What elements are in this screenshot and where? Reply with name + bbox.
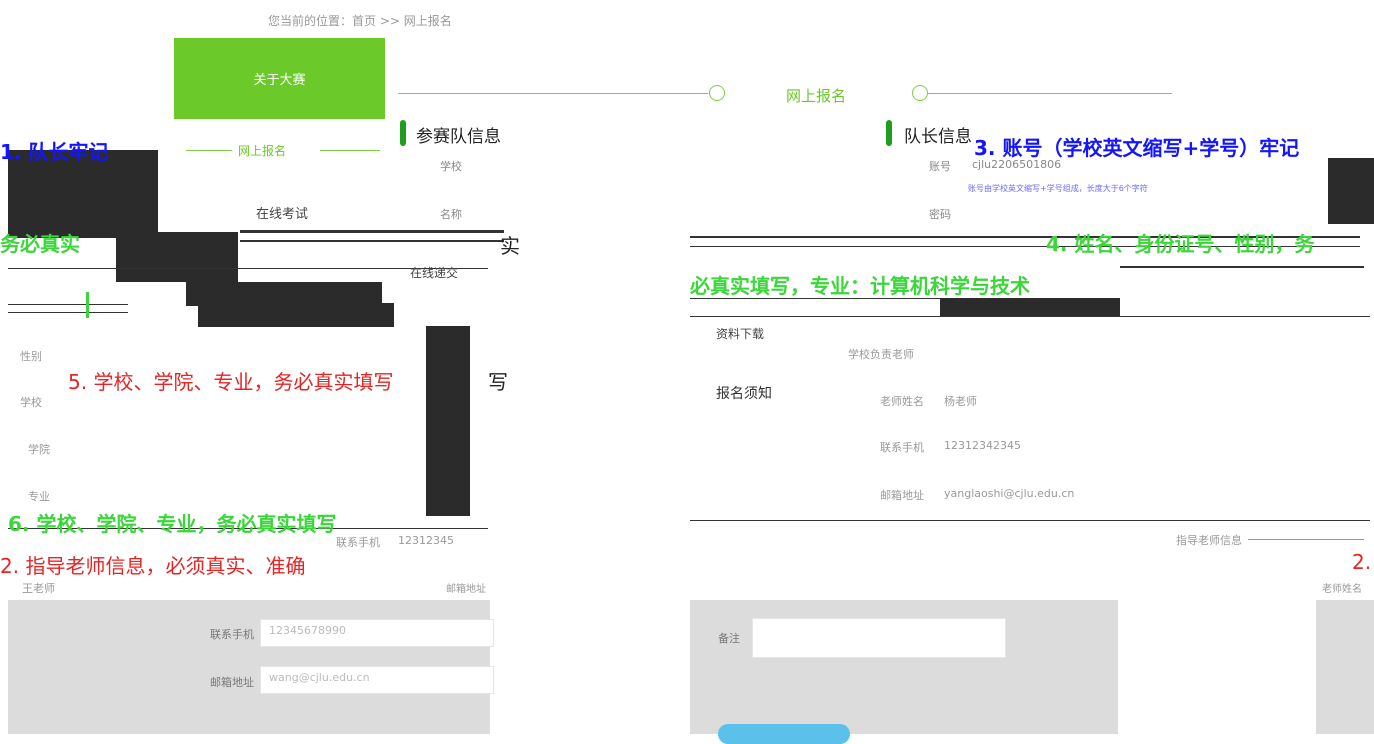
annotation-2-left: 务必真实 — [0, 232, 80, 256]
annotation-6-number: 2. — [1352, 550, 1372, 574]
school-teacher-phone-value: 12312342345 — [944, 439, 1021, 452]
school-teacher-title: 学校负责老师 — [848, 348, 914, 361]
submit-button[interactable] — [718, 724, 850, 744]
team-info-bar — [400, 120, 406, 146]
annotation-4-cont: 必真实填写，专业：计算机科学与技术 — [690, 274, 1030, 298]
sidebar-item-downloads[interactable]: 资料下载 — [716, 325, 764, 342]
step-line-left — [398, 93, 708, 94]
member-gender-label: 性别 — [20, 350, 42, 363]
annotation-5: 5. 学校、学院、专业，务必真实填写 — [68, 370, 394, 394]
leader-info-bar — [886, 120, 892, 146]
school-teacher-email-value: yanglaoshi@cjlu.edu.cn — [944, 487, 1075, 500]
breadcrumb: 您当前的位置：首页 >> 网上报名 — [268, 14, 452, 28]
member-phone-value: 12312345 — [398, 534, 454, 547]
advisor-phone-label: 联系手机 — [210, 628, 254, 641]
redaction-block-6 — [1328, 158, 1374, 224]
team-school-label: 学校 — [440, 160, 462, 173]
right-gray-panel — [1316, 600, 1374, 734]
sidebar-item-registration-notice[interactable]: 报名须知 — [716, 383, 772, 403]
sidebar-item-submit-online[interactable]: 在线递交 — [410, 264, 458, 281]
school-teacher-name-label: 老师姓名 — [880, 395, 924, 408]
school-teacher-phone-label: 联系手机 — [880, 441, 924, 454]
member-name-label: 王老师 — [22, 582, 55, 595]
green-mark — [86, 292, 89, 318]
step-circle-left — [709, 85, 725, 101]
about-contest-button[interactable]: 关于大赛 — [174, 38, 385, 119]
member-email-label: 邮箱地址 — [446, 584, 486, 595]
step-circle-right — [912, 85, 928, 101]
stroke-8 — [1120, 266, 1364, 268]
stroke-11 — [690, 520, 1370, 521]
remark-label: 备注 — [718, 632, 740, 645]
school-teacher-email-label: 邮箱地址 — [880, 489, 924, 502]
stroke-2 — [240, 240, 504, 242]
annotation-6: 2. 指导老师信息，必须真实、准确 — [0, 554, 306, 578]
leader-account-label: 账号 — [929, 160, 951, 173]
annotation-1: 1. 队长牢记 — [0, 140, 109, 164]
stroke-1 — [240, 230, 504, 233]
leader-account-hint: 账号由学校英文缩写+学号组成，长度大于6个字符 — [968, 184, 1148, 193]
redaction-block-7 — [940, 298, 1120, 316]
stroke-5 — [8, 312, 128, 313]
advisor-name-label-right: 老师姓名 — [1322, 584, 1362, 595]
step-line-right — [928, 93, 1172, 94]
mini-step-line-left — [186, 150, 232, 151]
advisor-email-input[interactable]: wang@cjlu.edu.cn — [260, 666, 494, 694]
redaction-block-4 — [198, 303, 394, 327]
sidebar-item-online-exam[interactable]: 在线考试 — [256, 203, 308, 222]
member-major-label: 专业 — [28, 490, 50, 503]
advisor-header: 指导老师信息 — [1176, 534, 1242, 547]
annotation-3: 3. 账号（学校英文缩写+学号）牢记 — [974, 136, 1300, 160]
school-teacher-name-value: 杨老师 — [944, 395, 977, 408]
member-school-label: 学校 — [20, 396, 42, 409]
redaction-block-5 — [426, 326, 470, 516]
advisor-header-line — [1248, 539, 1364, 540]
stroke-4 — [8, 304, 128, 305]
remark-textarea[interactable]: 队伍名称 — [752, 618, 1006, 658]
step-label-current: 网上报名 — [786, 87, 847, 105]
redaction-block-2 — [116, 232, 238, 282]
member-phone-label: 联系手机 — [336, 536, 380, 549]
stroke-10 — [690, 316, 1370, 317]
annotation-5-tail: 写 — [488, 370, 508, 394]
member-college-label: 学院 — [28, 443, 50, 456]
advisor-phone-input[interactable]: 12345678990 — [260, 619, 494, 647]
team-info-title: 参赛队信息 — [416, 127, 501, 147]
annotation-7: 6. 学校、学院、专业，务必真实填写 — [8, 512, 337, 536]
about-contest-label: 关于大赛 — [253, 73, 306, 88]
annotation-4: 4. 姓名、身份证号、性别，务 — [1046, 232, 1315, 256]
team-name-label: 名称 — [440, 208, 462, 221]
mini-step-label: 网上报名 — [238, 144, 287, 158]
annotation-2-right: 实 — [500, 234, 520, 258]
leader-info-title: 队长信息 — [904, 127, 972, 147]
advisor-email-label: 邮箱地址 — [210, 676, 254, 689]
mini-step-line-right — [320, 150, 380, 151]
leader-password-label: 密码 — [929, 208, 951, 221]
